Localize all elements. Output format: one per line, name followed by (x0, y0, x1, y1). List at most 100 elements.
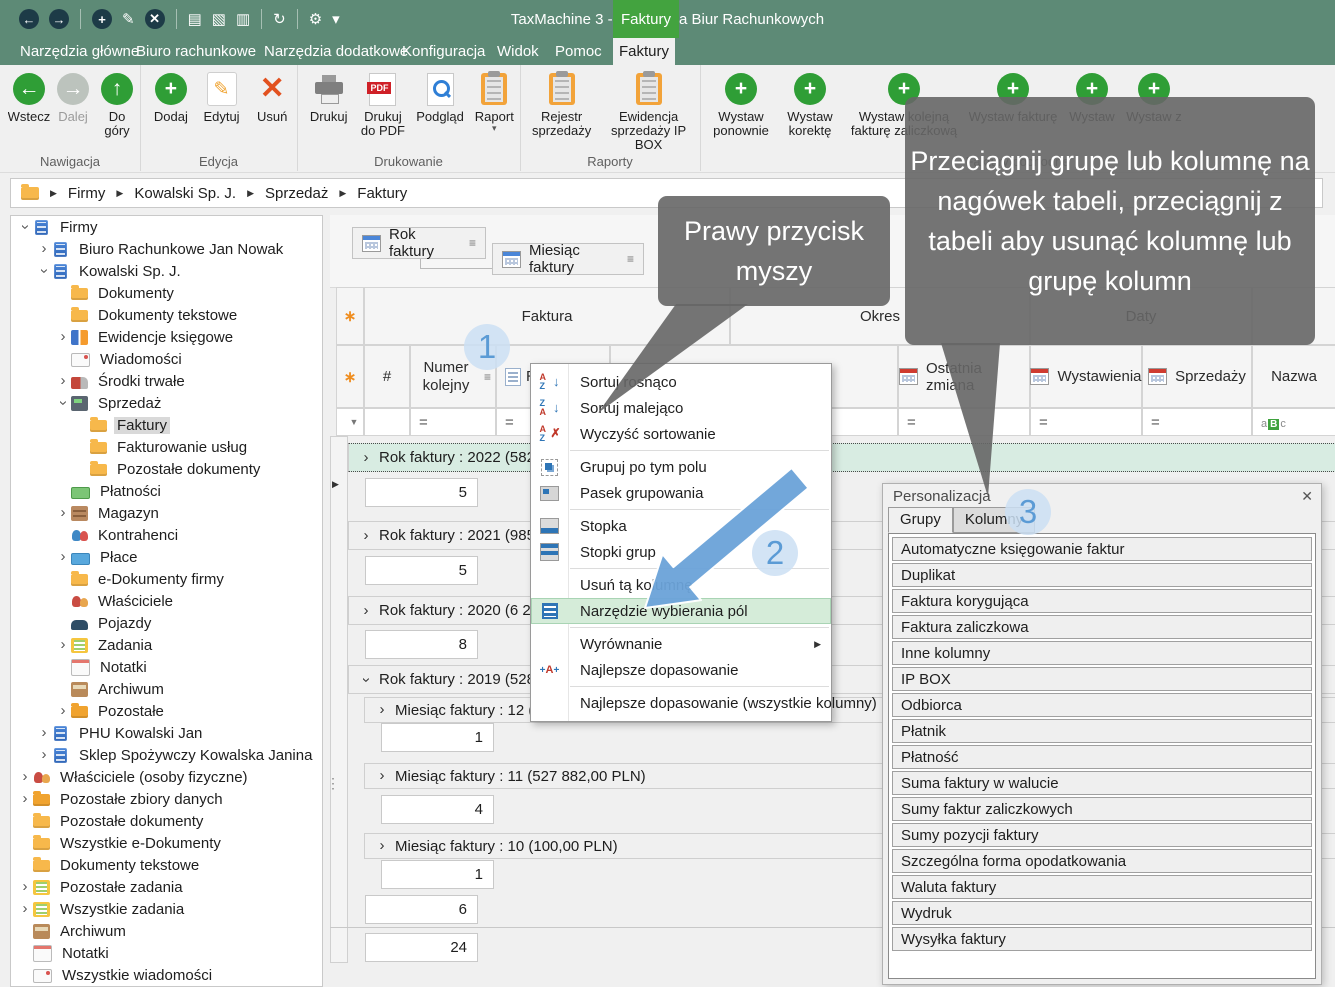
filter-cell[interactable]: = (1142, 408, 1252, 436)
group-field-item[interactable]: Odbiorca (892, 693, 1312, 717)
ribbon-button-wystaw-korektę[interactable]: +Wystaw korektę (777, 71, 843, 138)
filter-cell[interactable]: aBc (1252, 408, 1335, 436)
breadcrumb-item[interactable]: Sprzedaż (265, 185, 328, 202)
expander-chevron-icon[interactable]: › (55, 330, 71, 344)
expander-chevron-icon[interactable]: › (17, 880, 33, 894)
breadcrumb-item[interactable]: Firmy (68, 185, 106, 202)
sidebar-item-notatki[interactable]: Notatki (11, 656, 322, 678)
menu-item-usuń-tą-kolumnę[interactable]: Usuń tą kolumnę (531, 572, 831, 598)
expander-chevron-icon[interactable]: › (55, 638, 71, 652)
forward-circle-icon[interactable]: → (49, 9, 69, 29)
sidebar-item-faktury[interactable]: Faktury (11, 414, 322, 436)
column-header-wystawienia[interactable]: Wystawienia (1030, 345, 1142, 408)
ribbon-button-dodaj[interactable]: +Dodaj (147, 71, 195, 124)
expander-chevron-icon[interactable]: › (359, 529, 373, 543)
tab-faktury[interactable]: Faktury (613, 38, 675, 65)
ribbon-button-drukuj[interactable]: Drukuj (304, 71, 353, 138)
sidebar-item-właściciele-osoby-fizyczne-[interactable]: ›Właściciele (osoby fizyczne) (11, 766, 322, 788)
ribbon-button-drukuj-do-pdf[interactable]: PDFDrukuj do PDF (355, 71, 410, 138)
expander-chevron-icon[interactable]: › (55, 506, 71, 520)
pdf-icon[interactable]: ▥ (236, 10, 250, 28)
sidebar-item-kontrahenci[interactable]: Kontrahenci (11, 524, 322, 546)
tab-pomoc[interactable]: Pomoc (549, 38, 608, 65)
sidebar-item-środki-trwałe[interactable]: ›Środki trwałe (11, 370, 322, 392)
group-field-item[interactable]: Duplikat (892, 563, 1312, 587)
tab-biuro-rachunkowe[interactable]: Biuro rachunkowe (130, 38, 262, 65)
expander-chevron-icon[interactable]: › (375, 769, 389, 783)
group-field-item[interactable]: Waluta faktury (892, 875, 1312, 899)
expander-chevron-icon[interactable]: › (375, 839, 389, 853)
expander-chevron-icon[interactable]: › (55, 374, 71, 388)
expander-chevron-icon[interactable]: › (17, 792, 33, 806)
expander-chevron-icon[interactable]: › (18, 219, 32, 235)
ribbon-button-edytuj[interactable]: ✎Edytuj (197, 71, 247, 124)
sidebar-item-biuro-rachunkowe-jan-nowak[interactable]: ›Biuro Rachunkowe Jan Nowak (11, 238, 322, 260)
column-header-#[interactable]: # (364, 345, 410, 408)
sidebar-item-pozostałe-dokumenty[interactable]: Pozostałe dokumenty (11, 458, 322, 480)
menu-item-najlepsze-dopasowanie[interactable]: +A+Najlepsze dopasowanie (531, 657, 831, 683)
group-field-item[interactable]: Faktura korygująca (892, 589, 1312, 613)
expander-chevron-icon[interactable]: › (36, 726, 52, 740)
ribbon-button-raport[interactable]: Raport▾ (470, 71, 519, 138)
group-field-item[interactable]: Wysyłka faktury (892, 927, 1312, 951)
filter-cell[interactable]: = (410, 408, 496, 436)
expander-chevron-icon[interactable]: › (359, 604, 373, 618)
column-header-nazwa[interactable]: Nazwa (1252, 345, 1335, 408)
expander-chevron-icon[interactable]: › (17, 902, 33, 916)
sidebar-item-pozostałe[interactable]: ›Pozostałe (11, 700, 322, 722)
column-header-sprzedaży[interactable]: Sprzedaży (1142, 345, 1252, 408)
sidebar-item-notatki[interactable]: Notatki (11, 942, 322, 964)
expander-chevron-icon[interactable]: › (37, 263, 51, 279)
group-field-item[interactable]: Faktura zaliczkowa (892, 615, 1312, 639)
group-field-item[interactable]: Płatnik (892, 719, 1312, 743)
group-field-item[interactable]: Sumy faktur zaliczkowych (892, 797, 1312, 821)
close-icon[interactable]: ✕ (1301, 488, 1313, 505)
menu-item-grupuj-po-tym-polu[interactable]: Grupuj po tym polu (531, 454, 831, 480)
active-view-button[interactable]: Faktury (613, 0, 679, 38)
sidebar-item-pozostałe-zbiory-danych[interactable]: ›Pozostałe zbiory danych (11, 788, 322, 810)
sidebar-item-wszystkie-e-dokumenty[interactable]: Wszystkie e-Dokumenty (11, 832, 322, 854)
group-field-item[interactable]: Automatyczne księgowanie faktur (892, 537, 1312, 561)
sidebar-item-sprzedaż[interactable]: ›Sprzedaż (11, 392, 322, 414)
print-icon[interactable]: ▤ (188, 10, 202, 28)
expander-chevron-icon[interactable]: › (56, 395, 70, 411)
group-field-item[interactable]: Szczególna forma opodatkowania (892, 849, 1312, 873)
group-chip-miesiac-faktury[interactable]: Miesiąc faktury≡ (492, 243, 644, 275)
filter-cell[interactable]: = (898, 408, 1030, 436)
sidebar-item-pozostałe-dokumenty[interactable]: Pozostałe dokumenty (11, 810, 322, 832)
ribbon-button-dalej[interactable]: →Dalej (53, 71, 93, 138)
menu-item-narzędzie-wybierania-pól[interactable]: Narzędzie wybierania pól (531, 598, 831, 624)
back-circle-icon[interactable]: ← (19, 9, 39, 29)
menu-item-pasek-grupowania[interactable]: Pasek grupowania (531, 480, 831, 506)
expander-chevron-icon[interactable]: › (359, 451, 373, 465)
menu-item-wyczyść-sortowanie[interactable]: AZ✗Wyczyść sortowanie (531, 421, 831, 447)
sidebar-item-firmy[interactable]: ›Firmy (11, 216, 322, 238)
tab-konfiguracja[interactable]: Konfiguracja (396, 38, 491, 65)
filter-cell[interactable] (364, 408, 410, 436)
sidebar-item-archiwum[interactable]: Archiwum (11, 920, 322, 942)
dropdown-caret-icon[interactable]: ▾ (332, 10, 340, 28)
close-circle-icon[interactable]: ✕ (145, 9, 165, 29)
sidebar-item-phu-kowalski-jan[interactable]: ›PHU Kowalski Jan (11, 722, 322, 744)
sidebar-item-płatności[interactable]: Płatności (11, 480, 322, 502)
group-field-item[interactable]: Suma faktury w walucie (892, 771, 1312, 795)
sidebar-item-fakturowanie-usług[interactable]: Fakturowanie usług (11, 436, 322, 458)
sidebar-item-wszystkie-wiadomości[interactable]: Wszystkie wiadomości (11, 964, 322, 986)
sidebar-item-ewidencje-księgowe[interactable]: ›Ewidencje księgowe (11, 326, 322, 348)
filter-cell[interactable]: = (1030, 408, 1142, 436)
ribbon-button-usuń[interactable]: ✕Usuń (248, 71, 296, 124)
group-field-item[interactable]: IP BOX (892, 667, 1312, 691)
expander-chevron-icon[interactable]: › (17, 770, 33, 784)
menu-item-wyrównanie[interactable]: Wyrównanie▶ (531, 631, 831, 657)
sidebar-item-dokumenty-tekstowe[interactable]: Dokumenty tekstowe (11, 304, 322, 326)
menu-item-sortuj-malejąco[interactable]: ZA↓Sortuj malejąco (531, 395, 831, 421)
edit-pencil-icon[interactable]: ✎ (122, 10, 135, 28)
expander-chevron-icon[interactable]: › (55, 550, 71, 564)
expander-chevron-icon[interactable]: › (359, 673, 373, 687)
ribbon-button-podgląd[interactable]: Podgląd (413, 71, 468, 138)
sidebar-item-dokumenty-tekstowe[interactable]: Dokumenty tekstowe (11, 854, 322, 876)
tab-widok[interactable]: Widok (491, 38, 545, 65)
ribbon-button-ewidencja-sprzedaży-ip-box[interactable]: Ewidencja sprzedaży IP BOX (598, 71, 699, 152)
sidebar-item-magazyn[interactable]: ›Magazyn (11, 502, 322, 524)
ribbon-button-wstecz[interactable]: ←Wstecz (7, 71, 51, 138)
